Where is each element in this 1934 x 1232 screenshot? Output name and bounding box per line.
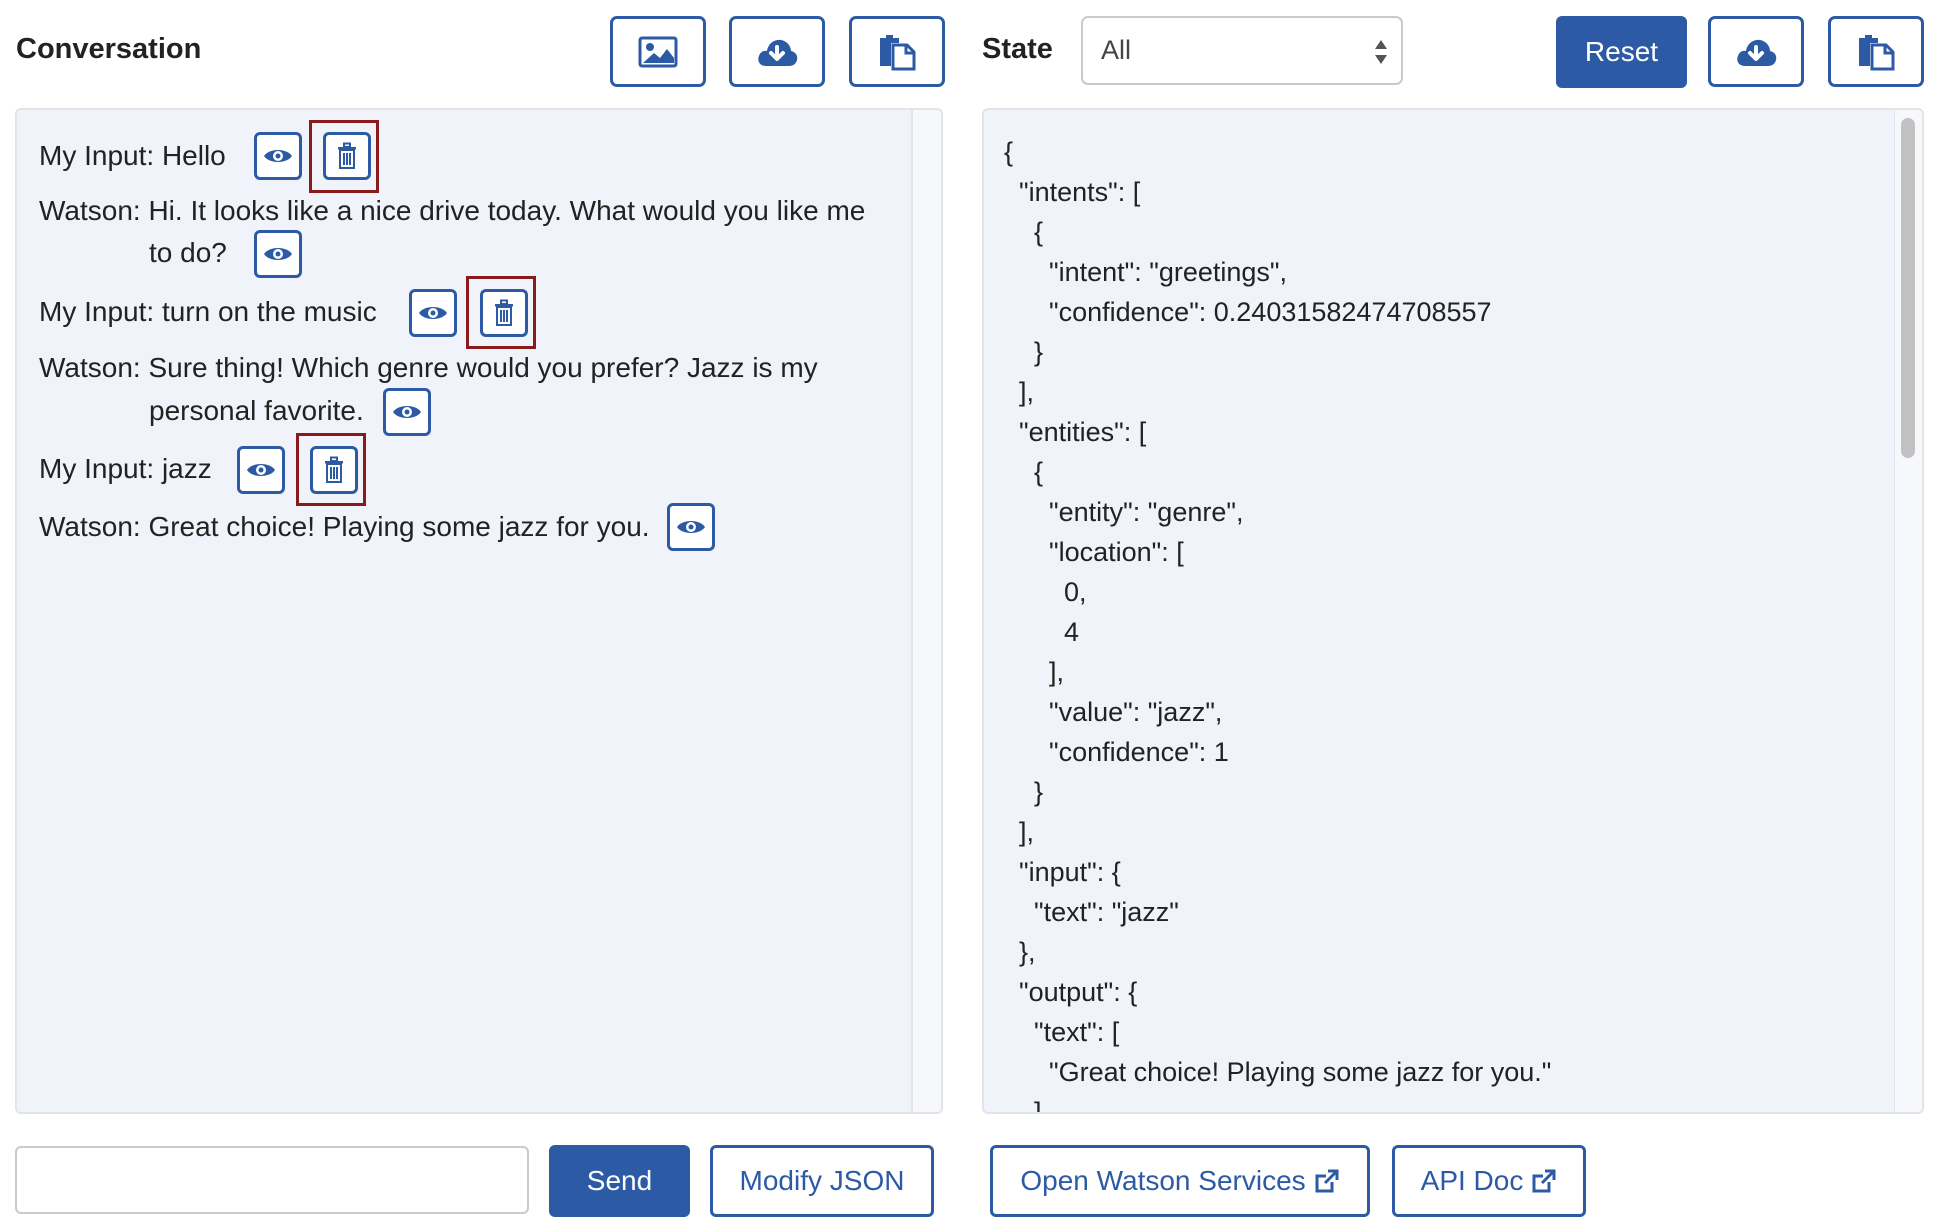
api-doc-label: API Doc — [1420, 1165, 1524, 1196]
json-line: "input": { — [1004, 857, 1121, 887]
json-line: { — [1004, 457, 1044, 487]
message-text: Sure thing! Which genre would you prefer… — [140, 352, 818, 383]
message-user: My Input: jazz — [39, 448, 212, 490]
json-scrollbar-thumb[interactable] — [1901, 118, 1915, 458]
json-line: "confidence": 0.24031582474708557 — [1004, 297, 1492, 327]
message-text: turn on the music — [154, 296, 377, 327]
json-line: "text": "jazz" — [1004, 897, 1179, 927]
view-message-button[interactable] — [383, 388, 431, 436]
copy-state-button[interactable] — [1828, 16, 1924, 87]
json-line: }, — [1004, 937, 1036, 967]
message-bot: Watson: Hi. It looks like a nice drive t… — [39, 190, 865, 232]
json-state-panel[interactable]: { "intents": [ { "intent": "greetings", … — [982, 108, 1924, 1114]
view-message-button[interactable] — [409, 289, 457, 337]
trash-icon — [325, 456, 343, 483]
conversation-title: Conversation — [16, 33, 202, 65]
json-line: "Great choice! Playing some jazz for you… — [1004, 1057, 1552, 1087]
json-line: "entities": [ — [1004, 417, 1147, 447]
state-title: State — [982, 33, 1053, 65]
message-speaker: Watson: — [39, 511, 141, 542]
message-input[interactable] — [15, 1146, 529, 1214]
clipboard-icon — [880, 34, 916, 70]
message-speaker: Watson: — [39, 195, 141, 226]
view-message-button[interactable] — [254, 230, 302, 278]
trash-icon — [338, 142, 356, 169]
api-doc-button[interactable]: API Doc — [1392, 1145, 1586, 1217]
json-line: ] — [1004, 1097, 1042, 1114]
message-speaker: My Input: — [39, 140, 155, 171]
modify-json-button[interactable]: Modify JSON — [710, 1145, 934, 1217]
message-text-continued: to do? — [149, 237, 227, 268]
open-watson-services-button[interactable]: Open Watson Services — [990, 1145, 1370, 1217]
json-line: } — [1004, 337, 1044, 367]
trash-icon — [495, 299, 513, 326]
json-line: "output": { — [1004, 977, 1138, 1007]
json-line: "entity": "genre", — [1004, 497, 1244, 527]
eye-icon — [393, 406, 421, 418]
message-text-continued: personal favorite. — [149, 395, 364, 426]
select-arrows-icon — [1375, 40, 1387, 64]
json-line: { — [1004, 217, 1044, 247]
message-bot: Watson: Great choice! Playing some jazz … — [39, 506, 650, 548]
eye-icon — [677, 521, 705, 533]
json-line: "value": "jazz", — [1004, 697, 1223, 727]
json-line: { — [1004, 137, 1014, 167]
message-speaker: Watson: — [39, 352, 141, 383]
message-text: Hi. It looks like a nice drive today. Wh… — [140, 195, 866, 226]
json-line: 0, — [1004, 577, 1087, 607]
json-line: } — [1004, 777, 1044, 807]
message-user: My Input: turn on the music — [39, 291, 377, 333]
message-text: Hello — [154, 140, 226, 171]
external-link-icon — [1532, 1169, 1556, 1193]
delete-message-button[interactable] — [310, 446, 358, 494]
delete-message-button[interactable] — [480, 289, 528, 337]
cloud-download-icon — [1737, 39, 1777, 66]
eye-icon — [247, 464, 275, 476]
json-line: "text": [ — [1004, 1017, 1120, 1047]
conversation-scrollbar[interactable] — [911, 110, 941, 1112]
modify-json-label: Modify JSON — [739, 1165, 905, 1196]
export-image-button[interactable] — [610, 16, 706, 87]
message-text: Great choice! Playing some jazz for you. — [140, 511, 650, 542]
json-line: ], — [1004, 657, 1065, 687]
view-message-button[interactable] — [237, 446, 285, 494]
send-button[interactable]: Send — [549, 1145, 690, 1217]
message-bot: Watson: Sure thing! Which genre would yo… — [39, 347, 818, 389]
state-filter-select[interactable]: All — [1081, 16, 1403, 85]
external-link-icon — [1315, 1169, 1339, 1193]
json-line: "confidence": 1 — [1004, 737, 1229, 767]
view-message-button[interactable] — [254, 132, 302, 180]
view-message-button[interactable] — [667, 503, 715, 551]
eye-icon — [264, 150, 292, 162]
json-line: 4 — [1004, 617, 1080, 647]
message-speaker: My Input: — [39, 296, 155, 327]
eye-icon — [264, 248, 292, 260]
state-filter-value: All — [1101, 35, 1132, 65]
download-state-button[interactable] — [1708, 16, 1804, 87]
json-line: ], — [1004, 817, 1035, 847]
open-watson-services-label: Open Watson Services — [1020, 1165, 1306, 1196]
eye-icon — [419, 307, 447, 319]
clipboard-icon — [1859, 34, 1895, 70]
copy-conversation-button[interactable] — [849, 16, 945, 87]
conversation-panel[interactable]: My Input: Hello Watson: Hi. It looks lik… — [15, 108, 943, 1114]
reset-button[interactable]: Reset — [1556, 16, 1687, 88]
delete-message-button[interactable] — [323, 132, 371, 180]
download-conversation-button[interactable] — [729, 16, 825, 87]
json-line: "location": [ — [1004, 537, 1184, 567]
message-text: jazz — [154, 453, 212, 484]
json-line: "intent": "greetings", — [1004, 257, 1287, 287]
cloud-download-icon — [758, 39, 798, 66]
message-speaker: My Input: — [39, 453, 155, 484]
image-icon — [638, 36, 678, 67]
json-line: "intents": [ — [1004, 177, 1141, 207]
json-line: ], — [1004, 377, 1035, 407]
message-user: My Input: Hello — [39, 135, 226, 177]
